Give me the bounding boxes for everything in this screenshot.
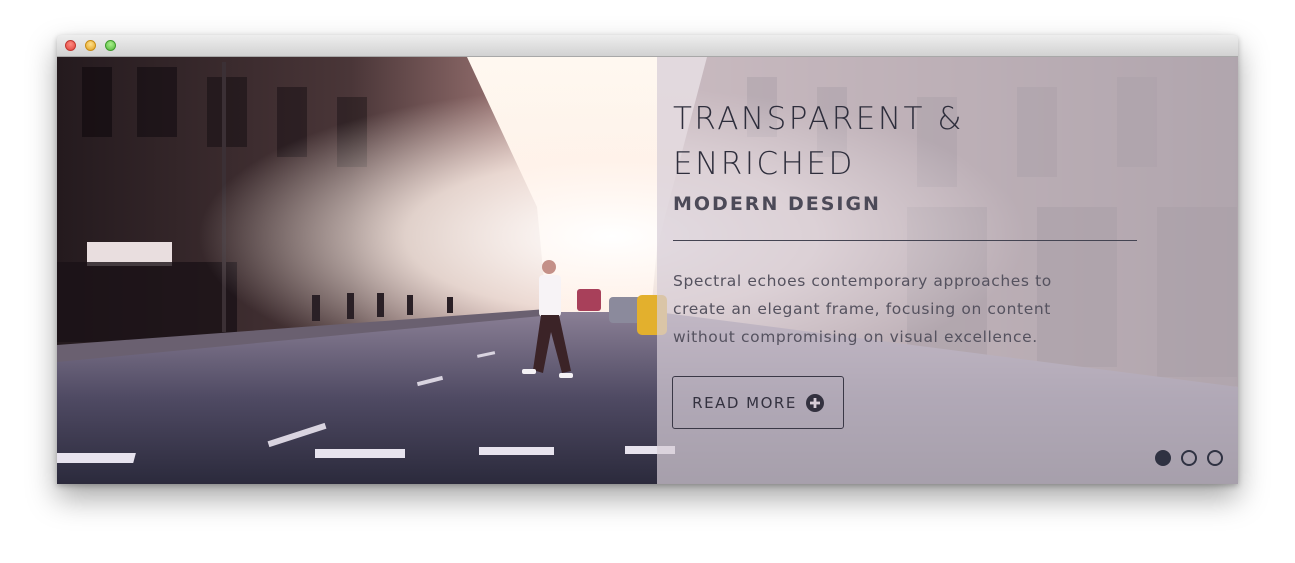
slide-dot-3[interactable] — [1207, 450, 1223, 466]
headline-line-1: TRANSPARENT & — [673, 101, 964, 137]
window-minimize-button[interactable] — [85, 40, 96, 51]
divider-line — [673, 240, 1137, 241]
browser-window: TRANSPARENT & ENRICHED MODERN DESIGN Spec… — [57, 35, 1238, 484]
read-more-button[interactable]: READ MORE — [672, 376, 844, 429]
slider-pagination — [1155, 450, 1223, 466]
hero-subheading: MODERN DESIGN — [673, 193, 881, 215]
window-maximize-button[interactable] — [105, 40, 116, 51]
headline-line-2: ENRICHED — [673, 146, 855, 182]
page: TRANSPARENT & ENRICHED MODERN DESIGN Spec… — [0, 0, 1295, 563]
slide-dot-2[interactable] — [1181, 450, 1197, 466]
window-titlebar — [57, 35, 1238, 57]
hero-headline: TRANSPARENT & ENRICHED — [673, 97, 1143, 187]
plus-circle-icon — [805, 393, 824, 412]
hero-body-text: Spectral echoes contemporary approaches … — [673, 272, 1052, 346]
window-close-button[interactable] — [65, 40, 76, 51]
read-more-label: READ MORE — [692, 393, 797, 412]
slide-dot-1[interactable] — [1155, 450, 1171, 466]
hero-slider: TRANSPARENT & ENRICHED MODERN DESIGN Spec… — [57, 57, 1238, 484]
